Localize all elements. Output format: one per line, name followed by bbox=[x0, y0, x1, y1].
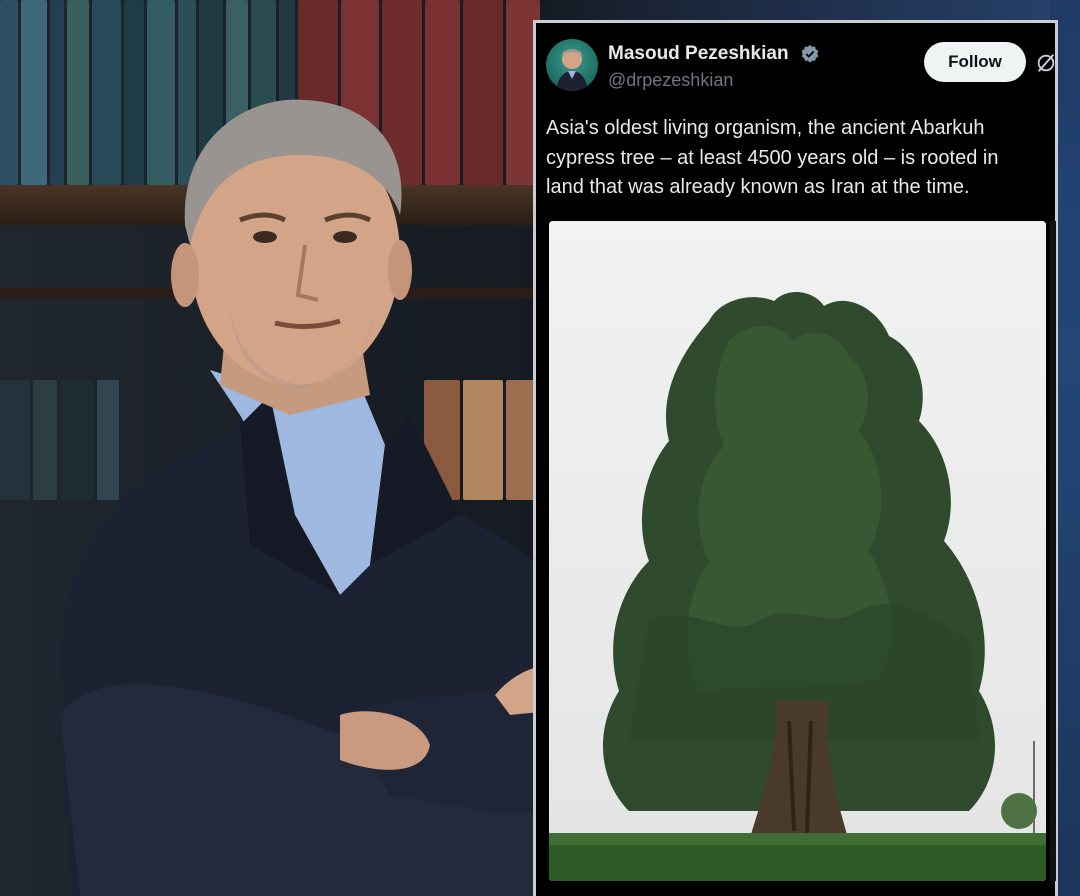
tweet-text-line: Asia's oldest living organism, the ancie… bbox=[546, 117, 985, 139]
tweet-text: Asia's oldest living organism, the ancie… bbox=[546, 114, 1058, 203]
tweet-card: Masoud Pezeshkian @drpezeshkian Follow A… bbox=[533, 20, 1058, 896]
scrollbar[interactable] bbox=[1050, 221, 1056, 881]
verified-badge-icon bbox=[801, 44, 819, 63]
tweet-media-image[interactable] bbox=[549, 221, 1046, 881]
tweet-text-line: land that was already known as Iran at t… bbox=[546, 176, 970, 198]
tweet-text-line: cypress tree – at least 4500 years old –… bbox=[546, 146, 999, 169]
author-name[interactable]: Masoud Pezeshkian bbox=[608, 43, 789, 65]
author-handle[interactable]: @drpezeshkian bbox=[608, 70, 733, 91]
grok-icon[interactable] bbox=[1035, 52, 1057, 74]
follow-button[interactable]: Follow bbox=[924, 42, 1026, 82]
avatar[interactable] bbox=[546, 39, 598, 91]
